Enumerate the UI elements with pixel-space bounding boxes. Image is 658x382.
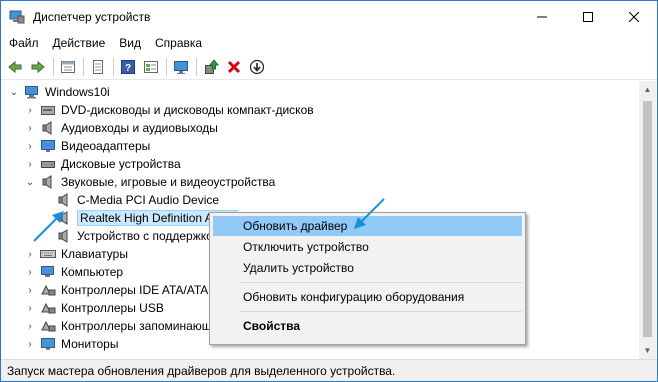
device-manager-icon bbox=[9, 9, 25, 25]
status-bar: Запуск мастера обновления драйверов для … bbox=[1, 359, 657, 381]
disk-icon bbox=[40, 156, 56, 172]
menu-help[interactable]: Справка bbox=[149, 36, 208, 50]
speaker-icon bbox=[40, 120, 56, 136]
back-icon bbox=[8, 60, 22, 73]
tree-child-label: C-Media PCI Audio Device bbox=[77, 193, 220, 207]
computer-icon bbox=[24, 84, 40, 100]
menu-file[interactable]: Файл bbox=[3, 36, 45, 50]
menu-bar: Файл Действие Вид Справка bbox=[1, 33, 657, 53]
tree-item-label: Компьютер bbox=[61, 265, 124, 279]
chevron-down-icon[interactable]: ⌄ bbox=[24, 173, 36, 191]
tree-item-usb[interactable]: › Контроллеры USB bbox=[24, 299, 164, 317]
tree-item-label: Видеоадаптеры bbox=[61, 139, 151, 153]
title-bar: Диспетчер устройств bbox=[1, 1, 657, 33]
tree-item-label: Контроллеры IDE ATA/ATAPI bbox=[61, 283, 220, 297]
chevron-right-icon[interactable]: › bbox=[24, 263, 36, 281]
tree-item-disks[interactable]: › Дисковые устройства bbox=[24, 155, 181, 173]
tree-item-label: Контроллеры USB bbox=[61, 301, 164, 315]
keyboard-icon bbox=[40, 246, 56, 262]
status-text: Запуск мастера обновления драйверов для … bbox=[7, 363, 396, 378]
menu-separator bbox=[240, 282, 522, 283]
scan-hardware-button[interactable] bbox=[171, 57, 191, 77]
usb-icon bbox=[40, 300, 56, 316]
tree-item-dvd[interactable]: › DVD-дисководы и дисководы компакт-диск… bbox=[24, 101, 314, 119]
minimize-button[interactable] bbox=[519, 1, 565, 33]
chevron-right-icon[interactable]: › bbox=[24, 245, 36, 263]
update-driver-button[interactable] bbox=[201, 57, 221, 77]
monitor-icon bbox=[40, 336, 56, 352]
tree-root-label: Windows10i bbox=[45, 85, 110, 99]
window-title: Диспетчер устройств bbox=[33, 10, 151, 24]
tree-item-ide[interactable]: › Контроллеры IDE ATA/ATAPI bbox=[24, 281, 220, 299]
view-button[interactable] bbox=[141, 57, 161, 77]
scrollbar-thumb[interactable] bbox=[643, 101, 652, 337]
minimize-icon bbox=[537, 16, 547, 18]
chevron-right-icon[interactable]: › bbox=[24, 119, 36, 137]
computer-icon bbox=[40, 264, 56, 280]
menu-uninstall-device[interactable]: Удалить устройство bbox=[213, 258, 522, 278]
uninstall-icon bbox=[227, 60, 241, 73]
toolbar: ? bbox=[1, 54, 657, 80]
tree-item-label: Мониторы bbox=[61, 337, 119, 351]
tree-item-video-adapters[interactable]: › Видеоадаптеры bbox=[24, 137, 150, 155]
chevron-down-icon[interactable]: ⌄ bbox=[8, 83, 20, 101]
tree-item-label: Аудиовходы и аудиовыходы bbox=[61, 121, 218, 135]
help-button[interactable]: ? bbox=[118, 57, 138, 77]
maximize-button[interactable] bbox=[565, 1, 611, 33]
menu-action[interactable]: Действие bbox=[47, 36, 112, 50]
ide-controller-icon bbox=[40, 282, 56, 298]
tree-item-computer[interactable]: › Компьютер bbox=[24, 263, 123, 281]
menu-view[interactable]: Вид bbox=[113, 36, 147, 50]
tree-item-keyboards[interactable]: › Клавиатуры bbox=[24, 245, 128, 263]
forward-icon bbox=[31, 60, 45, 73]
maximize-icon bbox=[583, 12, 593, 22]
annotation-arrow-icon bbox=[33, 211, 64, 242]
tree-item-label: DVD-дисководы и дисководы компакт-дисков bbox=[61, 103, 314, 117]
chevron-right-icon[interactable]: › bbox=[24, 101, 36, 119]
chevron-right-icon[interactable]: › bbox=[24, 317, 36, 335]
back-button[interactable] bbox=[5, 57, 25, 77]
chevron-right-icon[interactable]: › bbox=[24, 335, 36, 353]
storage-icon bbox=[40, 318, 56, 334]
scroll-down-icon[interactable]: ▼ bbox=[639, 342, 656, 359]
tree-item-audio-io[interactable]: › Аудиовходы и аудиовыходы bbox=[24, 119, 218, 137]
properties-view-icon bbox=[61, 60, 75, 73]
chevron-right-icon[interactable]: › bbox=[24, 155, 36, 173]
menu-scan-hardware[interactable]: Обновить конфигурацию оборудования bbox=[213, 287, 522, 307]
display-adapter-icon bbox=[40, 138, 56, 154]
annotation-arrow-icon bbox=[354, 198, 385, 229]
scroll-up-icon[interactable]: ▲ bbox=[639, 81, 656, 98]
disable-button[interactable] bbox=[247, 57, 267, 77]
monitor-icon bbox=[174, 60, 188, 74]
tree-root[interactable]: ⌄ Windows10i bbox=[8, 83, 110, 101]
update-driver-icon bbox=[205, 58, 219, 74]
document-button[interactable] bbox=[88, 57, 108, 77]
speaker-icon bbox=[40, 174, 56, 190]
forward-button[interactable] bbox=[28, 57, 48, 77]
properties-view-button[interactable] bbox=[58, 57, 78, 77]
tree-item-monitors[interactable]: › Мониторы bbox=[24, 335, 118, 353]
menu-properties[interactable]: Свойства bbox=[213, 316, 522, 336]
tree-item-sound[interactable]: ⌄ Звуковые, игровые и видеоустройства bbox=[24, 173, 276, 191]
view-icon bbox=[144, 60, 158, 73]
menu-disable-device[interactable]: Отключить устройство bbox=[213, 237, 522, 257]
tree-item-label: Звуковые, игровые и видеоустройства bbox=[61, 175, 276, 189]
svg-text:?: ? bbox=[125, 63, 131, 74]
document-icon bbox=[93, 59, 103, 74]
chevron-right-icon[interactable]: › bbox=[24, 299, 36, 317]
chevron-right-icon[interactable]: › bbox=[24, 281, 36, 299]
close-button[interactable] bbox=[611, 1, 657, 33]
menu-separator bbox=[240, 311, 522, 312]
tree-child-cmedia[interactable]: C-Media PCI Audio Device bbox=[56, 191, 219, 209]
help-icon: ? bbox=[121, 59, 135, 74]
chevron-right-icon[interactable]: › bbox=[24, 137, 36, 155]
tree-item-label: Дисковые устройства bbox=[61, 157, 181, 171]
disable-icon bbox=[249, 59, 265, 74]
uninstall-button[interactable] bbox=[224, 57, 244, 77]
tree-item-label: Клавиатуры bbox=[61, 247, 128, 261]
vertical-scrollbar[interactable]: ▲ ▼ bbox=[639, 81, 656, 359]
close-icon bbox=[629, 12, 639, 22]
dvd-icon bbox=[40, 102, 56, 118]
